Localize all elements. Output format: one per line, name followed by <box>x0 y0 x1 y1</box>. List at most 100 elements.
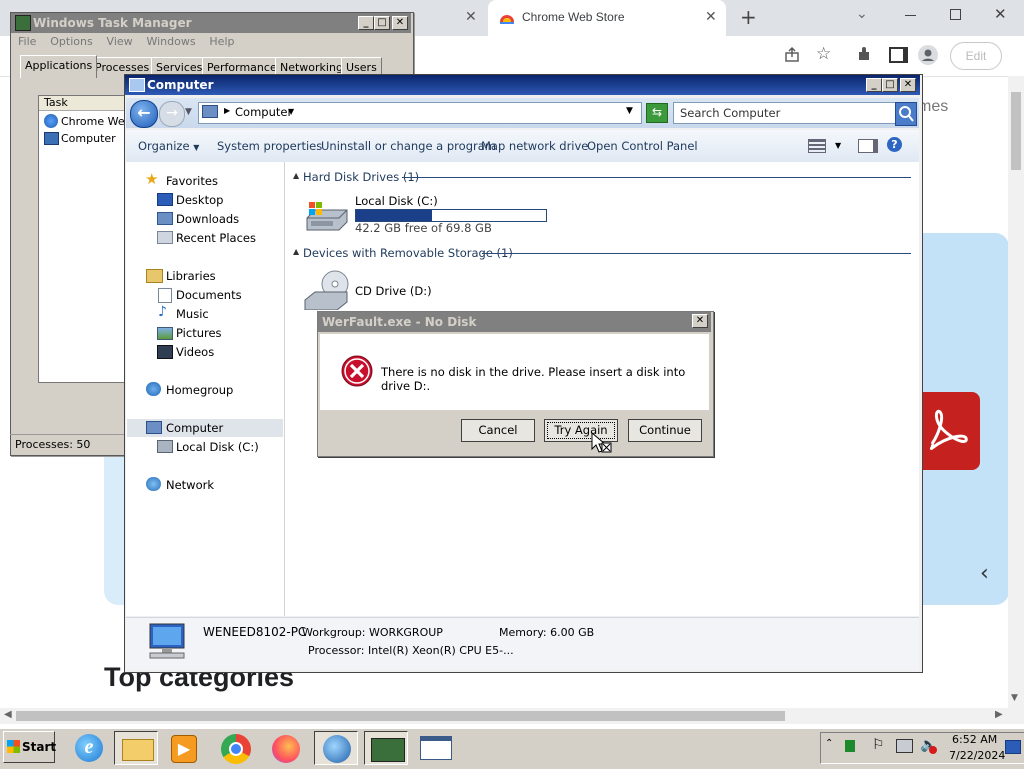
tray-app-icon[interactable] <box>845 740 855 752</box>
nav-favorites[interactable]: Favorites <box>166 174 218 188</box>
explorer-titlebar[interactable]: Computer <box>125 75 920 95</box>
help-icon[interactable]: ? <box>887 137 902 152</box>
nav-recent-places[interactable]: Recent Places <box>176 231 256 245</box>
back-arrow-icon[interactable]: ← <box>130 100 158 128</box>
open-control-panel-button[interactable]: Open Control Panel <box>587 139 698 153</box>
organize-button[interactable]: Organize ▼ <box>138 139 199 153</box>
chrome-taskbar-icon[interactable] <box>214 731 258 765</box>
nav-libraries[interactable]: Libraries <box>166 269 216 283</box>
collapse-group-icon[interactable]: ▲ <box>293 247 299 256</box>
bookmark-star-icon[interactable]: ☆ <box>816 44 831 64</box>
minimize-button[interactable]: _ <box>358 16 374 30</box>
task-manager-titlebar[interactable]: Windows Task Manager <box>11 13 411 33</box>
chevron-down-icon[interactable]: ▼ <box>835 141 841 150</box>
system-properties-button[interactable]: System properties <box>217 139 322 153</box>
scroll-down-icon[interactable]: ▼ <box>1011 693 1018 703</box>
search-input[interactable]: Search Computer <box>673 102 897 124</box>
nav-local-disk[interactable]: Local Disk (C:) <box>176 440 259 454</box>
show-hidden-icons-icon[interactable]: ⌃ <box>825 738 833 749</box>
clock-time[interactable]: 6:52 AM <box>952 733 997 746</box>
task-list-item[interactable]: Chrome Web <box>61 115 132 128</box>
maximize-button[interactable]: □ <box>374 16 390 30</box>
firefox-taskbar-icon[interactable] <box>264 731 308 765</box>
start-button[interactable]: Start <box>3 731 56 763</box>
address-dropdown-icon[interactable]: ▼ <box>626 106 633 116</box>
breadcrumb-chevron-icon[interactable]: ▶ <box>224 106 230 115</box>
side-panel-icon[interactable] <box>889 47 908 63</box>
extension-icon[interactable] <box>856 46 872 62</box>
group-divider <box>402 177 911 178</box>
chrome-edit-button[interactable]: Edit <box>950 42 1002 70</box>
chrome-task-icon <box>44 114 58 128</box>
scroll-left-icon[interactable]: ◀ <box>4 709 12 720</box>
menu-view[interactable]: View <box>107 35 133 48</box>
close-icon[interactable]: ✕ <box>994 5 1007 23</box>
show-desktop-icon[interactable] <box>1005 740 1021 754</box>
explorer-taskbar-icon[interactable] <box>114 731 158 765</box>
task-list-item[interactable]: Computer <box>61 132 116 145</box>
restore-icon[interactable] <box>950 9 961 20</box>
breadcrumb-computer[interactable]: Computer <box>235 105 292 119</box>
internet-explorer-taskbar-icon[interactable]: e <box>68 731 112 765</box>
dialog-titlebar[interactable]: WerFault.exe - No Disk <box>318 312 711 332</box>
profile-icon[interactable] <box>918 45 938 65</box>
network-taskbar-icon[interactable] <box>314 731 358 765</box>
action-center-flag-icon[interactable]: ⚐ <box>872 737 885 753</box>
share-icon[interactable] <box>784 47 800 63</box>
map-network-drive-button[interactable]: Map network drive <box>481 139 588 153</box>
computer-icon <box>202 105 218 118</box>
horizontal-scrollbar-thumb[interactable] <box>16 711 785 721</box>
scroll-right-icon[interactable]: ▶ <box>995 709 1003 720</box>
menu-windows[interactable]: Windows <box>146 35 195 48</box>
preview-pane-icon[interactable] <box>858 139 878 153</box>
nav-pictures[interactable]: Pictures <box>176 326 222 340</box>
menu-options[interactable]: Options <box>50 35 92 48</box>
cancel-button[interactable]: Cancel <box>461 419 535 442</box>
refresh-icon[interactable]: ⇆ <box>646 103 668 123</box>
network-status-icon[interactable] <box>896 739 913 753</box>
clock-date[interactable]: 7/22/2024 <box>949 749 1005 762</box>
nav-music[interactable]: Music <box>176 307 209 321</box>
dialog-close-button[interactable]: ✕ <box>692 314 708 328</box>
acrobat-pdf-icon[interactable] <box>918 392 980 470</box>
chrome-tab-title: Chrome Web Store <box>522 10 625 24</box>
nav-network[interactable]: Network <box>166 478 214 492</box>
nav-videos[interactable]: Videos <box>176 345 214 359</box>
task-column-header[interactable]: Task <box>39 96 127 111</box>
drive-d-name[interactable]: CD Drive (D:) <box>355 284 432 298</box>
view-options-icon[interactable] <box>808 139 826 153</box>
nav-computer[interactable]: Computer <box>166 421 223 435</box>
forward-arrow-icon[interactable]: → <box>159 101 185 127</box>
breadcrumb-chevron-icon[interactable]: ▼ <box>288 107 294 116</box>
minimize-icon[interactable] <box>905 15 916 16</box>
continue-button[interactable]: Continue <box>628 419 702 442</box>
nav-homegroup[interactable]: Homegroup <box>166 383 233 397</box>
minimize-button[interactable]: _ <box>866 78 882 92</box>
nav-documents[interactable]: Documents <box>176 288 242 302</box>
close-button[interactable]: ✕ <box>900 78 916 92</box>
close-button[interactable]: ✕ <box>392 16 408 30</box>
mouse-cursor-icon <box>590 431 614 455</box>
nav-desktop[interactable]: Desktop <box>176 193 223 207</box>
menu-file[interactable]: File <box>18 35 36 48</box>
task-manager-taskbar-icon[interactable] <box>364 731 408 765</box>
downloads-icon <box>157 212 173 225</box>
nav-downloads[interactable]: Downloads <box>176 212 239 226</box>
uninstall-program-button[interactable]: Uninstall or change a program <box>321 139 496 153</box>
drive-c-name[interactable]: Local Disk (C:) <box>355 194 438 208</box>
close-tab-icon[interactable]: ✕ <box>465 9 477 25</box>
chevron-down-icon[interactable]: ⌄ <box>856 6 868 22</box>
new-tab-icon[interactable]: + <box>740 5 757 29</box>
recent-pages-chevron-icon[interactable]: ▼ <box>185 107 192 117</box>
close-tab-icon[interactable]: ✕ <box>705 9 717 25</box>
collapse-group-icon[interactable]: ▲ <box>293 171 299 180</box>
menu-help[interactable]: Help <box>209 35 234 48</box>
media-player-taskbar-icon[interactable]: ▶ <box>162 731 206 765</box>
vertical-scrollbar-thumb[interactable] <box>1011 92 1021 170</box>
tab-applications[interactable]: Applications <box>20 55 98 78</box>
window-taskbar-icon[interactable] <box>414 731 458 765</box>
maximize-button[interactable]: □ <box>882 78 898 92</box>
search-icon[interactable] <box>895 102 917 126</box>
vertical-scrollbar[interactable] <box>1008 76 1024 708</box>
carousel-prev-icon[interactable]: ‹ <box>980 561 989 586</box>
